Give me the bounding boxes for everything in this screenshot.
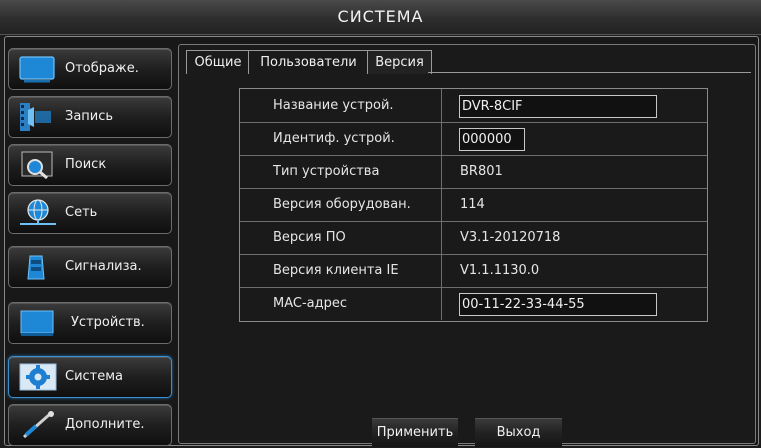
sidebar-item-network[interactable]: Сеть [8,192,172,234]
sidebar-item-system[interactable]: Система [8,356,172,398]
monitor-icon [19,56,55,83]
info-label: Название устрой. [273,98,394,113]
sidebar-item-alarm[interactable]: Сигнализа. [8,246,172,288]
info-row-software-version: Версия ПО V3.1-20120718 [240,221,707,255]
info-label: Тип устройства [273,164,380,179]
tools-icon [23,411,54,439]
sidebar-item-label: Сигнализа. [65,259,142,274]
info-row-mac-address: MAC-адрес 00-11-22-33-44-55 [240,287,707,320]
sidebar-item-label: Отображе. [65,61,139,76]
device-type-value: BR801 [460,164,503,179]
gear-icon [19,363,57,391]
sidebar-item-label: Поиск [65,157,107,172]
info-label: Версия ПО [273,230,346,245]
device-icon [20,310,54,336]
tab-users[interactable]: Пользователи [248,50,369,74]
exit-button[interactable]: Выход [475,418,562,447]
ie-client-version-value: V1.1.1130.0 [460,263,540,278]
sidebar-item-advanced[interactable]: Дополните. [8,404,172,446]
row-divider [441,155,442,188]
sidebar-item-display[interactable]: Отображе. [8,48,172,90]
device-id-field[interactable]: 000000 [459,128,525,151]
sidebar-item-search[interactable]: Поиск [8,144,172,186]
sidebar: Отображе. Запись Поиск Сеть Сигнализа. У… [4,38,174,448]
sidebar-item-devices[interactable]: Устройств. [8,302,172,344]
device-name-field[interactable]: DVR-8CIF [459,95,657,118]
row-divider [441,287,442,320]
row-divider [441,188,442,221]
tab-underline [428,72,751,73]
alarm-icon [27,255,45,280]
apply-button[interactable]: Применить [372,418,458,447]
mac-address-field[interactable]: 00-11-22-33-44-55 [459,293,657,316]
network-globe-icon [20,199,56,225]
info-label: MAC-адрес [273,296,348,311]
sidebar-item-label: Система [65,369,124,384]
info-label: Версия оборудован. [273,197,411,212]
hardware-version-value: 114 [460,197,485,212]
info-label: Версия клиента IE [273,263,399,278]
info-row-device-id: Идентиф. устрой. 000000 [240,122,707,156]
window-title: СИСТЕМА [0,0,761,35]
info-label: Идентиф. устрой. [273,131,395,146]
sidebar-item-record[interactable]: Запись [8,96,172,138]
sidebar-item-label: Устройств. [71,315,145,330]
row-divider [441,221,442,254]
version-info-table: Название устрой. DVR-8CIF Идентиф. устро… [239,88,708,322]
software-version-value: V3.1-20120718 [460,230,561,245]
info-row-device-type: Тип устройства BR801 [240,155,707,189]
tab-version[interactable]: Версия [367,50,432,74]
info-row-ie-client-version: Версия клиента IE V1.1.1130.0 [240,254,707,288]
sidebar-item-label: Сеть [65,205,98,220]
film-record-icon [20,103,51,131]
row-divider [441,122,442,155]
magnifier-icon [21,151,53,180]
info-row-hardware-version: Версия оборудован. 114 [240,188,707,222]
row-divider [441,254,442,287]
sidebar-item-label: Запись [65,109,114,124]
info-row-device-name: Название устрой. DVR-8CIF [240,89,707,123]
tab-general[interactable]: Общие [186,50,250,74]
row-divider [441,89,442,122]
sidebar-item-label: Дополните. [65,417,145,432]
